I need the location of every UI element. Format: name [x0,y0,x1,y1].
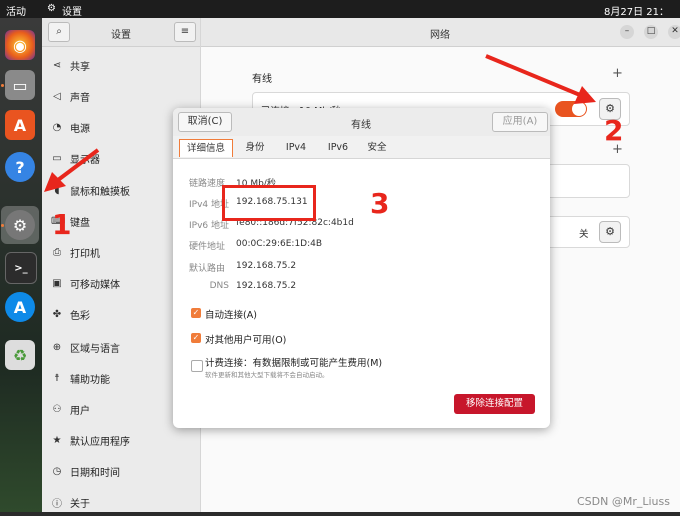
annotation-arrows [44,54,596,192]
annotation-arrow [485,54,581,97]
annotation-arrow [56,148,100,182]
watermark: CSDN @Mr_Liuss [577,495,670,508]
